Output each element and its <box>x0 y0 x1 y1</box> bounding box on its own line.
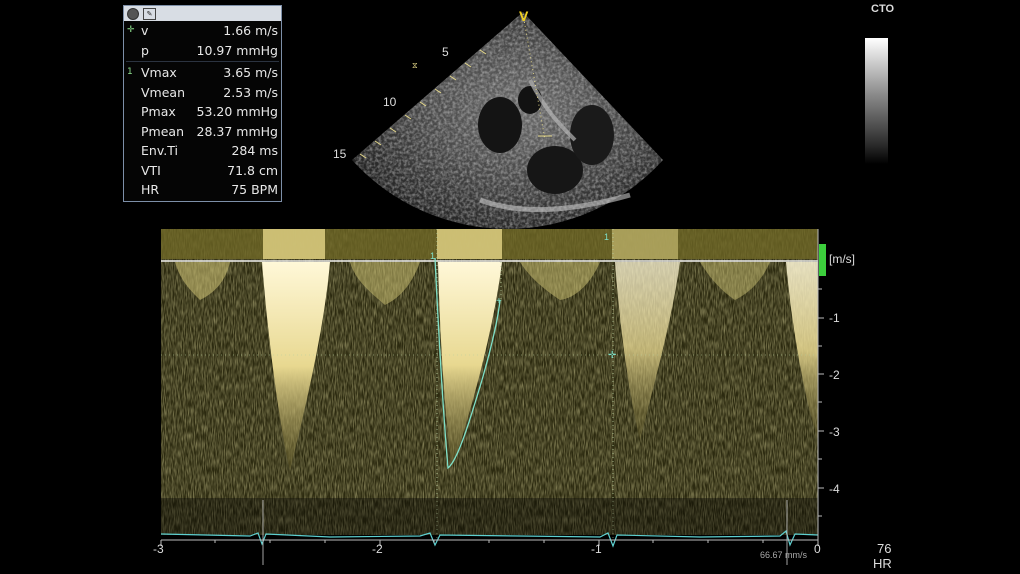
depth-label: 15 <box>333 147 347 161</box>
spectrum-background <box>161 229 818 535</box>
record-icon[interactable] <box>127 7 139 20</box>
trace-number-marker: 1 <box>604 232 609 242</box>
measurement-value: 53.20 mmHg <box>196 104 278 119</box>
focus-marker-icon[interactable]: ⧖ <box>412 61 418 70</box>
ecg-strip <box>161 498 818 538</box>
forward-flow-strip <box>161 229 818 259</box>
time-tick-label: -2 <box>372 542 383 556</box>
orientation-marker: V <box>519 8 529 24</box>
measurement-label: Env.Ti <box>141 143 178 158</box>
measurement-value: 1.66 m/s <box>223 23 278 38</box>
measurement-row-pmean: Pmean 28.37 mmHg <box>124 122 281 142</box>
trace-number-marker: 1 <box>127 67 133 77</box>
velocity-unit-label: [m/s] <box>829 252 855 266</box>
measurement-row-pmax: Pmax 53.20 mmHg <box>124 102 281 122</box>
measurement-value: 75 BPM <box>231 182 278 197</box>
measurement-label: p <box>141 42 149 58</box>
sweep-speed-label: 66.67 mm/s <box>760 550 808 560</box>
time-axis-ticks <box>160 540 819 546</box>
measurement-value: 28.37 mmHg <box>196 123 278 139</box>
measurement-label: Pmean <box>141 123 184 139</box>
measurement-row-env-ti: Env.Ti 284 ms <box>124 141 281 161</box>
diastolic-flow <box>350 262 420 305</box>
measurement-label: Pmax <box>141 104 176 119</box>
spectrum-noise <box>161 229 818 535</box>
measurement-value: 2.53 m/s <box>223 84 278 100</box>
measurement-label: VTI <box>141 162 161 178</box>
velocity-tick-label: -2 <box>829 368 840 382</box>
velocity-tick-label: -3 <box>829 425 840 439</box>
cursor-cross-icon[interactable]: ✛ <box>608 350 616 361</box>
caliper-icon[interactable]: ✎ <box>143 7 156 20</box>
trace-number-marker: 1 <box>430 251 435 261</box>
velocity-tick-label: -4 <box>829 482 840 496</box>
velocity-scale-ticks <box>818 288 824 517</box>
time-tick-label: 0 <box>814 542 821 556</box>
measurement-value: 3.65 m/s <box>223 65 278 80</box>
diastolic-flow <box>520 262 600 300</box>
gray-map-label: CTO <box>871 3 895 15</box>
echo-sector-image[interactable]: ⧖ 5 10 15 V <box>330 0 670 232</box>
cardiac-chamber <box>570 105 614 165</box>
cursor-cross-icon: ✛ <box>127 25 135 35</box>
measurement-value: 284 ms <box>231 143 278 158</box>
forward-flow-burst <box>612 229 678 259</box>
ecg-trace <box>160 529 819 548</box>
measurement-label: Vmax <box>141 65 177 80</box>
diastolic-flow <box>175 262 230 300</box>
measurement-row-vmean: Vmean 2.53 m/s <box>124 83 281 103</box>
measurement-row-v: ✛ v 1.66 m/s <box>124 21 281 41</box>
divider <box>126 61 279 62</box>
time-tick-label: -1 <box>591 542 602 556</box>
regurgitant-jet <box>615 262 680 440</box>
range-gate-indicator[interactable] <box>819 244 826 276</box>
measurement-row-vmax: 1 Vmax 3.65 m/s <box>124 63 281 83</box>
heart-rate-label: HR <box>873 556 892 571</box>
cardiac-chamber <box>478 97 522 153</box>
regurgitant-jet <box>438 262 502 468</box>
measurement-row-hr: HR 75 BPM <box>124 180 281 200</box>
forward-flow-burst <box>263 229 325 259</box>
grayscale-bar <box>865 38 888 164</box>
panel-header: ✎ <box>124 6 281 21</box>
measurement-label: Vmean <box>141 84 186 100</box>
cardiac-chamber <box>518 86 542 114</box>
trace-endpoint-icon[interactable]: + <box>496 296 502 307</box>
measurement-value: 10.97 mmHg <box>196 42 278 58</box>
heart-rate-value: 76 <box>877 541 892 556</box>
velocity-trace-envelope[interactable] <box>434 257 501 470</box>
measurement-value: 71.8 cm <box>227 162 278 178</box>
forward-flow-burst <box>437 229 502 259</box>
measurement-row-vti: VTI 71.8 cm <box>124 161 281 181</box>
regurgitant-jet <box>262 262 330 470</box>
measurement-label: HR <box>141 182 160 197</box>
velocity-tick-label: -1 <box>829 311 840 325</box>
measurement-panel: ✎ ✛ v 1.66 m/s p 10.97 mmHg 1 Vmax 3.65 … <box>123 5 282 202</box>
time-tick-label: -3 <box>153 542 164 556</box>
depth-label: 10 <box>383 95 397 109</box>
diastolic-flow <box>700 262 770 300</box>
measurement-row-p: p 10.97 mmHg <box>124 41 281 61</box>
depth-label: 5 <box>442 45 449 59</box>
measurement-label: v <box>141 23 149 38</box>
regurgitant-jet <box>786 262 818 440</box>
